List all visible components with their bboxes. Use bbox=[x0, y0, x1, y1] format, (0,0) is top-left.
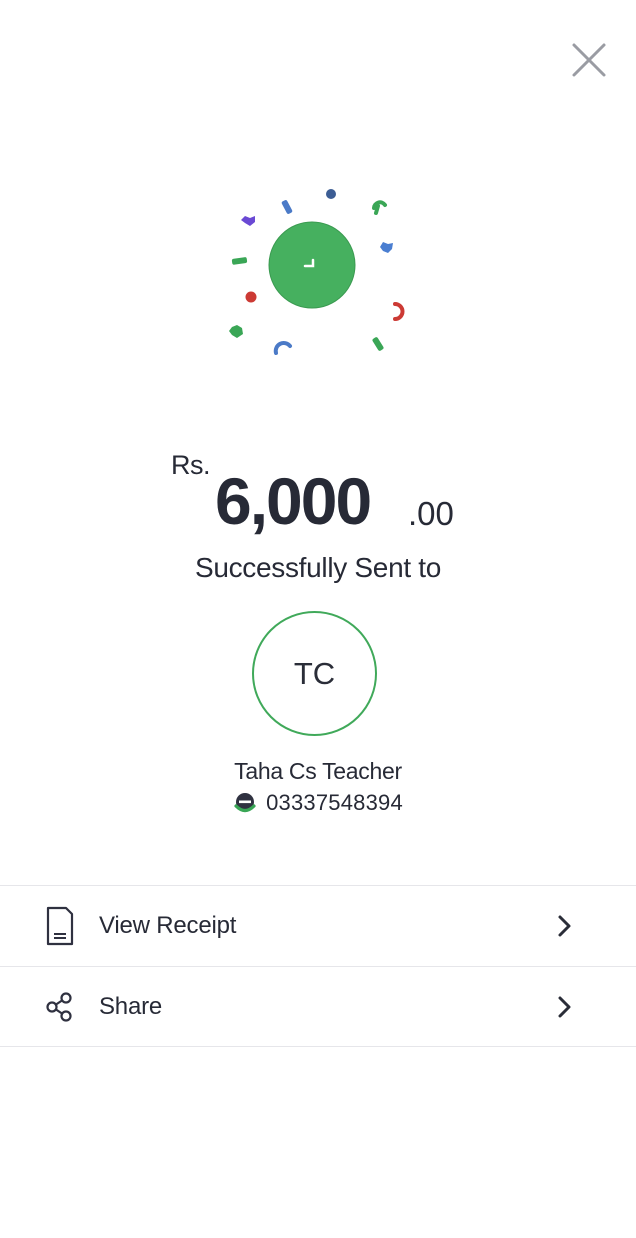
success-illustration bbox=[220, 180, 410, 360]
confetti-dash bbox=[372, 337, 384, 351]
amount-display: Rs. 6,000 .00 bbox=[0, 448, 636, 538]
close-button[interactable] bbox=[567, 38, 611, 82]
confetti-star bbox=[229, 325, 243, 338]
share-icon bbox=[46, 992, 72, 1022]
confetti-dot bbox=[245, 291, 257, 303]
close-icon bbox=[572, 43, 606, 77]
confetti-arc bbox=[374, 204, 380, 215]
share-button[interactable]: Share bbox=[0, 967, 636, 1047]
status-message: Successfully Sent to bbox=[194, 552, 442, 583]
amount-whole: 6,000 bbox=[215, 464, 372, 538]
recipient-phone-number: 03337548394 bbox=[266, 790, 403, 815]
confetti-star bbox=[241, 216, 255, 226]
confetti-star bbox=[380, 242, 393, 253]
recipient-name: Taha Cs Teacher bbox=[234, 758, 402, 784]
recipient-phone-row: 03337548394 bbox=[0, 790, 636, 816]
share-label: Share bbox=[99, 993, 163, 1020]
avatar-initials: TC bbox=[293, 655, 336, 691]
receipt-icon bbox=[46, 906, 74, 946]
confetti-dash bbox=[281, 200, 293, 214]
divider bbox=[0, 1046, 636, 1047]
wallet-logo-icon bbox=[234, 793, 256, 813]
amount-decimals: .00 bbox=[408, 495, 454, 532]
confetti-arc bbox=[273, 341, 292, 355]
confetti-arc bbox=[393, 302, 405, 321]
view-receipt-label: View Receipt bbox=[99, 912, 237, 939]
chevron-right-icon bbox=[558, 996, 571, 1018]
recipient-avatar: TC bbox=[252, 611, 377, 736]
view-receipt-button[interactable]: View Receipt bbox=[0, 886, 636, 966]
chevron-right-icon bbox=[558, 915, 571, 937]
amount-currency: Rs. bbox=[171, 450, 211, 480]
confetti-dot bbox=[326, 189, 336, 199]
confetti-dash bbox=[231, 257, 248, 265]
